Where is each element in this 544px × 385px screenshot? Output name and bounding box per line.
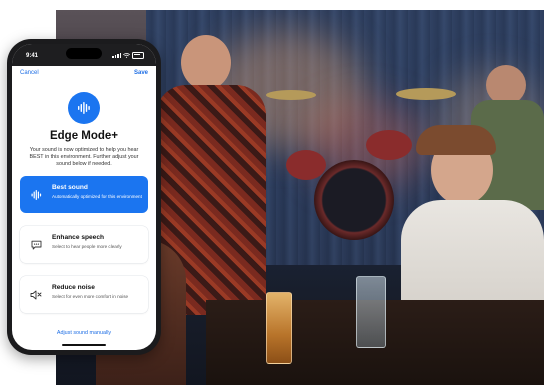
speaker-reduce-icon xyxy=(30,289,42,301)
dynamic-island xyxy=(66,48,102,59)
page-description: Your sound is now optimized to help you … xyxy=(29,147,139,168)
save-button[interactable]: Save xyxy=(134,70,148,76)
option-title: Enhance speech xyxy=(52,234,105,241)
status-icons xyxy=(112,52,144,59)
option-title: Best sound xyxy=(52,184,88,191)
option-reduce-noise[interactable]: Reduce noise Select for even more comfor… xyxy=(20,276,148,313)
cancel-button[interactable]: Cancel xyxy=(20,70,39,76)
status-time: 9:41 xyxy=(26,53,39,59)
waveform-icon xyxy=(68,92,100,124)
adjust-sound-manually-link[interactable]: Adjust sound manually xyxy=(12,330,156,336)
phone-mockup: 9:41 Cancel Save Edge Mode+ Your sound i… xyxy=(7,39,161,355)
app-screen: 9:41 Cancel Save Edge Mode+ Your sound i… xyxy=(12,44,156,350)
cellular-signal-icon xyxy=(112,53,121,58)
option-title: Reduce noise xyxy=(52,284,95,291)
option-best-sound[interactable]: Best sound Automatically optimized for t… xyxy=(20,176,148,213)
option-enhance-speech[interactable]: Enhance speech Select to hear people mor… xyxy=(20,226,148,263)
option-subtitle: Select to hear people more clearly xyxy=(52,244,122,249)
nav-bar: Cancel Save xyxy=(12,66,156,80)
option-subtitle: Select for even more comfort in noise xyxy=(52,294,129,299)
battery-icon xyxy=(132,52,144,59)
page-title: Edge Mode+ xyxy=(49,130,119,142)
home-indicator xyxy=(62,343,106,346)
speech-bubble-icon xyxy=(30,239,42,251)
status-bar: 9:41 xyxy=(12,44,156,66)
marketing-scene: 9:41 Cancel Save Edge Mode+ Your sound i… xyxy=(0,0,544,385)
option-subtitle: Automatically optimized for this environ… xyxy=(52,194,142,199)
waveform-icon xyxy=(30,189,42,201)
wifi-icon xyxy=(123,53,130,58)
